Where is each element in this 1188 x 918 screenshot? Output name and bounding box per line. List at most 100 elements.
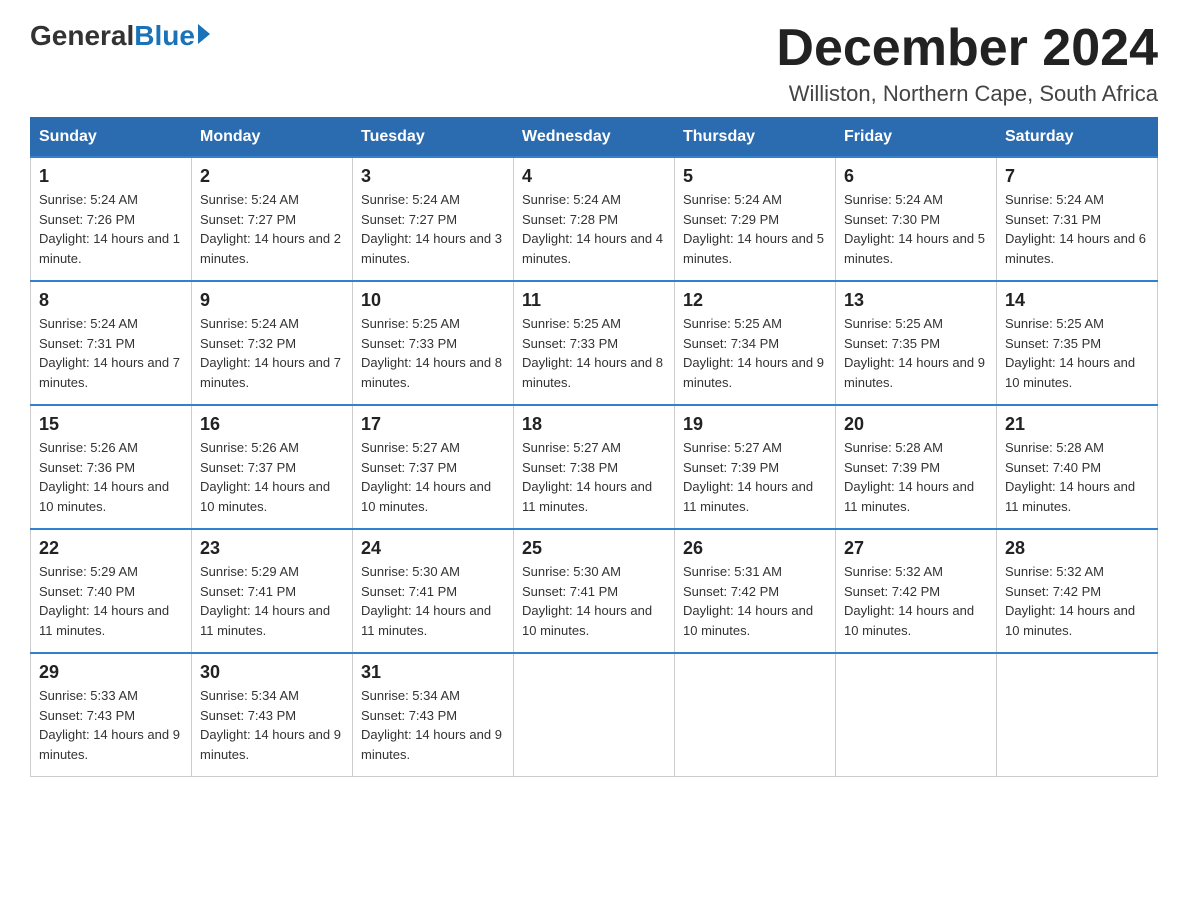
sunrise-label: Sunrise: 5:24 AM	[200, 192, 299, 207]
day-number: 17	[361, 414, 505, 435]
header-friday: Friday	[836, 118, 997, 158]
day-number: 18	[522, 414, 666, 435]
calendar-cell: 26 Sunrise: 5:31 AM Sunset: 7:42 PM Dayl…	[675, 529, 836, 653]
calendar-cell: 31 Sunrise: 5:34 AM Sunset: 7:43 PM Dayl…	[353, 653, 514, 777]
day-info: Sunrise: 5:24 AM Sunset: 7:28 PM Dayligh…	[522, 190, 666, 268]
header-thursday: Thursday	[675, 118, 836, 158]
day-info: Sunrise: 5:24 AM Sunset: 7:27 PM Dayligh…	[200, 190, 344, 268]
day-number: 6	[844, 166, 988, 187]
calendar-week-5: 29 Sunrise: 5:33 AM Sunset: 7:43 PM Dayl…	[31, 653, 1158, 777]
day-info: Sunrise: 5:30 AM Sunset: 7:41 PM Dayligh…	[361, 562, 505, 640]
day-info: Sunrise: 5:27 AM Sunset: 7:38 PM Dayligh…	[522, 438, 666, 516]
sunset-label: Sunset: 7:26 PM	[39, 212, 135, 227]
sunset-label: Sunset: 7:29 PM	[683, 212, 779, 227]
day-info: Sunrise: 5:25 AM Sunset: 7:35 PM Dayligh…	[1005, 314, 1149, 392]
sunset-label: Sunset: 7:39 PM	[683, 460, 779, 475]
day-number: 28	[1005, 538, 1149, 559]
month-title: December 2024	[776, 20, 1158, 77]
day-info: Sunrise: 5:24 AM Sunset: 7:26 PM Dayligh…	[39, 190, 183, 268]
calendar-cell: 10 Sunrise: 5:25 AM Sunset: 7:33 PM Dayl…	[353, 281, 514, 405]
daylight-label: Daylight: 14 hours and 4 minutes.	[522, 231, 663, 266]
calendar-cell	[514, 653, 675, 777]
logo-general-text: General	[30, 20, 134, 52]
calendar-week-4: 22 Sunrise: 5:29 AM Sunset: 7:40 PM Dayl…	[31, 529, 1158, 653]
calendar-cell: 5 Sunrise: 5:24 AM Sunset: 7:29 PM Dayli…	[675, 157, 836, 281]
daylight-label: Daylight: 14 hours and 11 minutes.	[200, 603, 330, 638]
daylight-label: Daylight: 14 hours and 9 minutes.	[844, 355, 985, 390]
logo: General Blue	[30, 20, 210, 52]
daylight-label: Daylight: 14 hours and 2 minutes.	[200, 231, 341, 266]
daylight-label: Daylight: 14 hours and 10 minutes.	[200, 479, 330, 514]
sunset-label: Sunset: 7:36 PM	[39, 460, 135, 475]
sunset-label: Sunset: 7:41 PM	[361, 584, 457, 599]
sunset-label: Sunset: 7:38 PM	[522, 460, 618, 475]
day-number: 26	[683, 538, 827, 559]
day-number: 25	[522, 538, 666, 559]
daylight-label: Daylight: 14 hours and 11 minutes.	[844, 479, 974, 514]
day-info: Sunrise: 5:24 AM Sunset: 7:32 PM Dayligh…	[200, 314, 344, 392]
day-number: 29	[39, 662, 183, 683]
day-info: Sunrise: 5:25 AM Sunset: 7:33 PM Dayligh…	[522, 314, 666, 392]
day-number: 14	[1005, 290, 1149, 311]
sunrise-label: Sunrise: 5:25 AM	[844, 316, 943, 331]
calendar-cell: 16 Sunrise: 5:26 AM Sunset: 7:37 PM Dayl…	[192, 405, 353, 529]
calendar-cell: 1 Sunrise: 5:24 AM Sunset: 7:26 PM Dayli…	[31, 157, 192, 281]
sunset-label: Sunset: 7:31 PM	[1005, 212, 1101, 227]
day-info: Sunrise: 5:29 AM Sunset: 7:40 PM Dayligh…	[39, 562, 183, 640]
day-info: Sunrise: 5:25 AM Sunset: 7:35 PM Dayligh…	[844, 314, 988, 392]
sunrise-label: Sunrise: 5:31 AM	[683, 564, 782, 579]
sunset-label: Sunset: 7:43 PM	[39, 708, 135, 723]
daylight-label: Daylight: 14 hours and 9 minutes.	[683, 355, 824, 390]
calendar-cell: 21 Sunrise: 5:28 AM Sunset: 7:40 PM Dayl…	[997, 405, 1158, 529]
sunrise-label: Sunrise: 5:24 AM	[361, 192, 460, 207]
logo-blue-text: Blue	[134, 20, 195, 52]
daylight-label: Daylight: 14 hours and 10 minutes.	[1005, 355, 1135, 390]
sunrise-label: Sunrise: 5:26 AM	[39, 440, 138, 455]
day-info: Sunrise: 5:32 AM Sunset: 7:42 PM Dayligh…	[844, 562, 988, 640]
sunset-label: Sunset: 7:30 PM	[844, 212, 940, 227]
sunrise-label: Sunrise: 5:26 AM	[200, 440, 299, 455]
sunset-label: Sunset: 7:27 PM	[200, 212, 296, 227]
day-number: 31	[361, 662, 505, 683]
sunrise-label: Sunrise: 5:25 AM	[522, 316, 621, 331]
day-info: Sunrise: 5:25 AM Sunset: 7:33 PM Dayligh…	[361, 314, 505, 392]
daylight-label: Daylight: 14 hours and 5 minutes.	[683, 231, 824, 266]
day-number: 9	[200, 290, 344, 311]
calendar-cell: 2 Sunrise: 5:24 AM Sunset: 7:27 PM Dayli…	[192, 157, 353, 281]
day-info: Sunrise: 5:24 AM Sunset: 7:30 PM Dayligh…	[844, 190, 988, 268]
sunrise-label: Sunrise: 5:32 AM	[1005, 564, 1104, 579]
daylight-label: Daylight: 14 hours and 1 minute.	[39, 231, 180, 266]
sunrise-label: Sunrise: 5:30 AM	[361, 564, 460, 579]
calendar-cell: 11 Sunrise: 5:25 AM Sunset: 7:33 PM Dayl…	[514, 281, 675, 405]
day-number: 4	[522, 166, 666, 187]
day-info: Sunrise: 5:34 AM Sunset: 7:43 PM Dayligh…	[200, 686, 344, 764]
day-number: 5	[683, 166, 827, 187]
sunrise-label: Sunrise: 5:24 AM	[39, 316, 138, 331]
day-info: Sunrise: 5:28 AM Sunset: 7:40 PM Dayligh…	[1005, 438, 1149, 516]
calendar-cell: 13 Sunrise: 5:25 AM Sunset: 7:35 PM Dayl…	[836, 281, 997, 405]
sunset-label: Sunset: 7:39 PM	[844, 460, 940, 475]
calendar-cell: 4 Sunrise: 5:24 AM Sunset: 7:28 PM Dayli…	[514, 157, 675, 281]
sunset-label: Sunset: 7:35 PM	[844, 336, 940, 351]
calendar-cell: 15 Sunrise: 5:26 AM Sunset: 7:36 PM Dayl…	[31, 405, 192, 529]
calendar-cell	[997, 653, 1158, 777]
daylight-label: Daylight: 14 hours and 9 minutes.	[361, 727, 502, 762]
daylight-label: Daylight: 14 hours and 10 minutes.	[1005, 603, 1135, 638]
header-wednesday: Wednesday	[514, 118, 675, 158]
daylight-label: Daylight: 14 hours and 10 minutes.	[683, 603, 813, 638]
sunrise-label: Sunrise: 5:28 AM	[844, 440, 943, 455]
daylight-label: Daylight: 14 hours and 7 minutes.	[200, 355, 341, 390]
sunset-label: Sunset: 7:32 PM	[200, 336, 296, 351]
day-number: 16	[200, 414, 344, 435]
sunrise-label: Sunrise: 5:28 AM	[1005, 440, 1104, 455]
daylight-label: Daylight: 14 hours and 10 minutes.	[844, 603, 974, 638]
calendar-cell	[836, 653, 997, 777]
calendar-cell: 14 Sunrise: 5:25 AM Sunset: 7:35 PM Dayl…	[997, 281, 1158, 405]
sunset-label: Sunset: 7:42 PM	[683, 584, 779, 599]
sunrise-label: Sunrise: 5:25 AM	[683, 316, 782, 331]
page-header: General Blue December 2024 Williston, No…	[30, 20, 1158, 107]
header-row: SundayMondayTuesdayWednesdayThursdayFrid…	[31, 118, 1158, 158]
title-block: December 2024 Williston, Northern Cape, …	[776, 20, 1158, 107]
day-number: 8	[39, 290, 183, 311]
logo-arrow-icon	[198, 24, 210, 44]
